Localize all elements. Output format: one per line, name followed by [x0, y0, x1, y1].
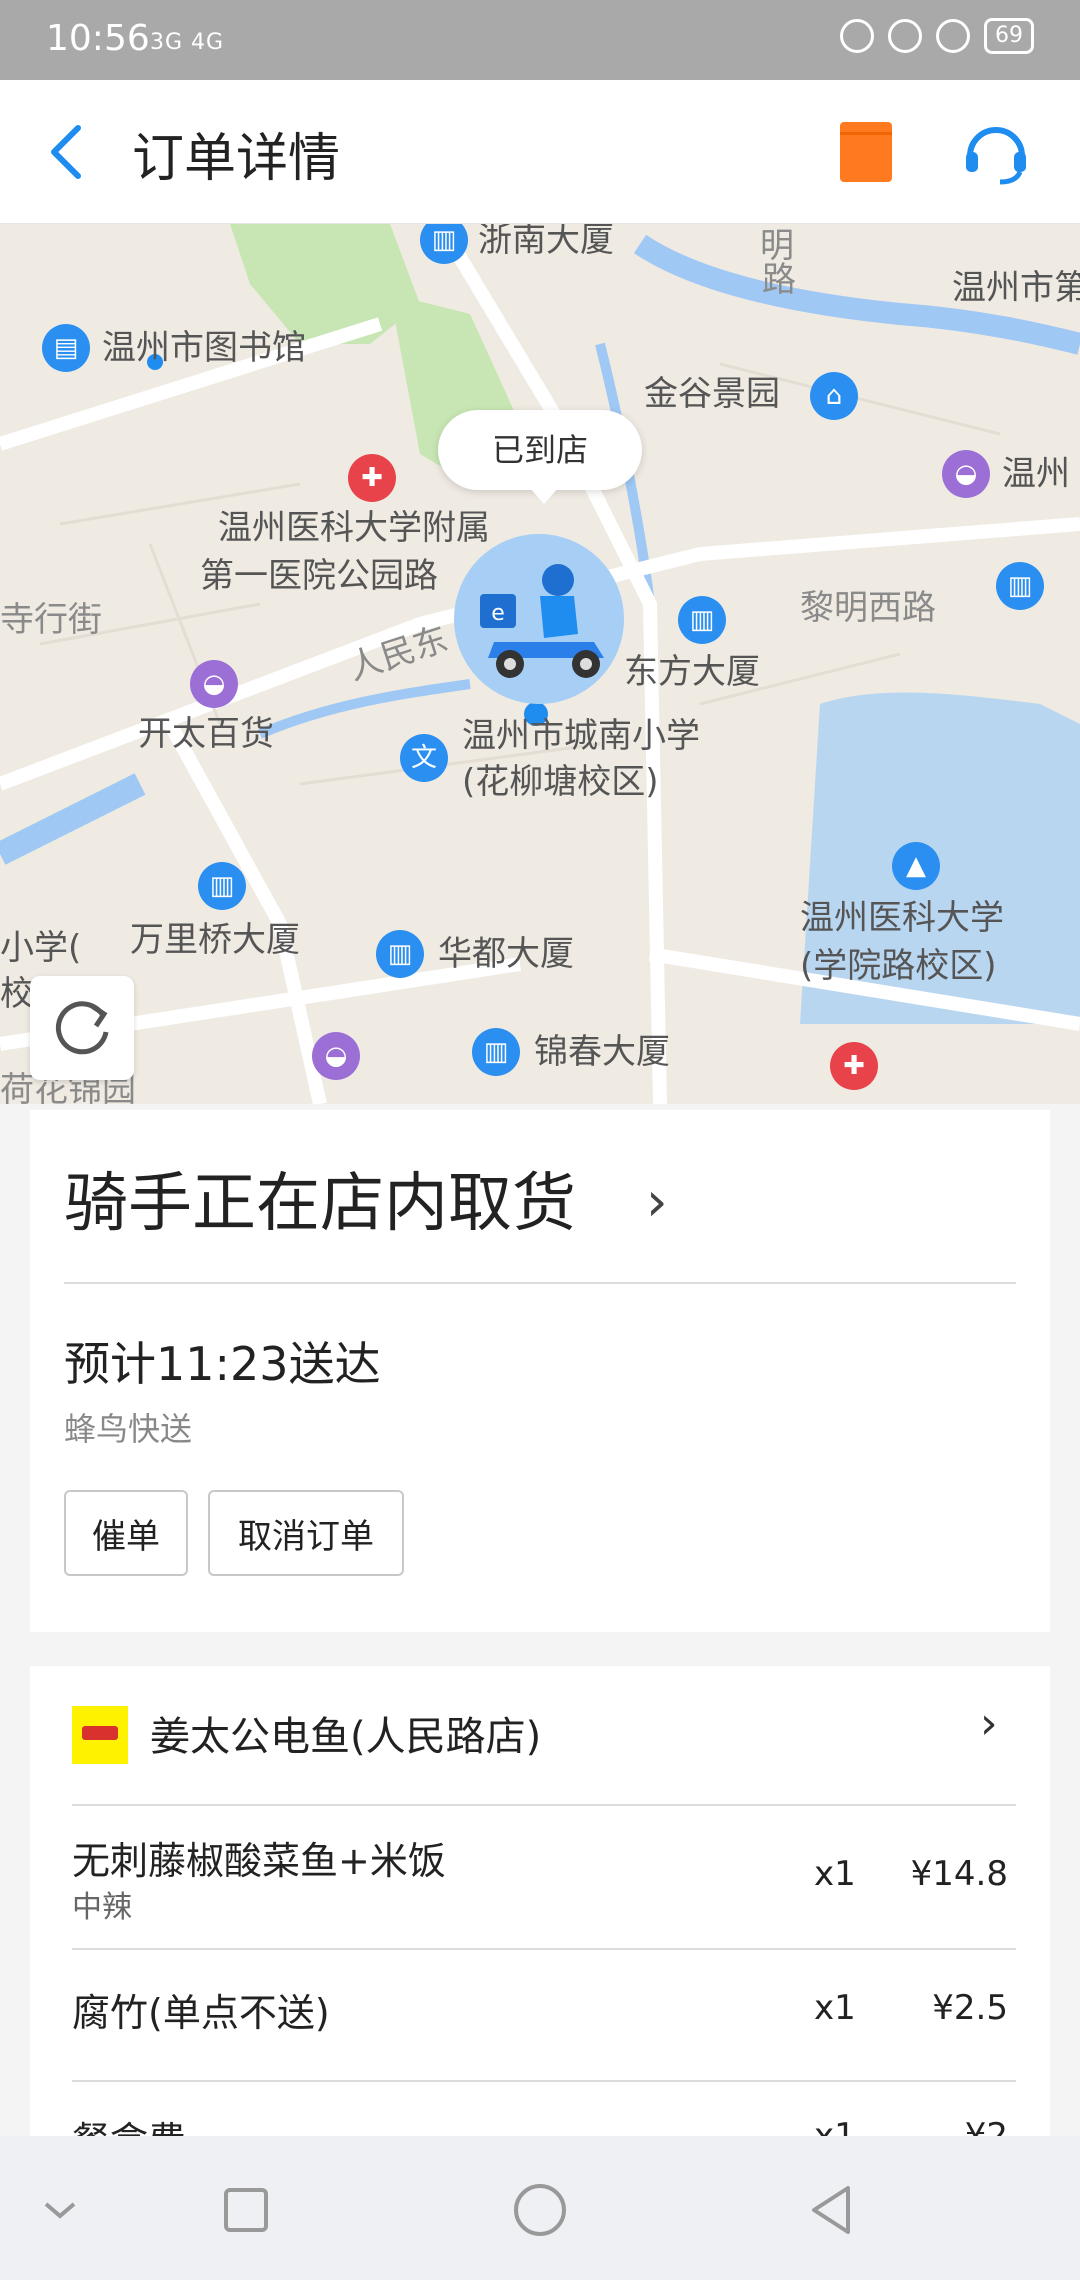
- building-icon: ⌂: [810, 372, 858, 420]
- refresh-icon: [55, 1001, 109, 1055]
- map-label: 开太百货: [138, 714, 274, 754]
- map-label: 黎明西路: [800, 588, 936, 628]
- rider-marker[interactable]: e: [454, 534, 624, 704]
- map-label: 温州医科大学附属: [218, 508, 490, 548]
- status-icons: 69: [840, 18, 1034, 54]
- shopping-icon: ◒: [942, 450, 990, 498]
- map-label: 浙南大厦: [478, 224, 614, 260]
- square-icon: [224, 2188, 268, 2232]
- chevron-down-icon: [44, 2202, 76, 2219]
- chevron-right-icon[interactable]: ›: [646, 1170, 668, 1233]
- status-time: 10:56: [46, 18, 150, 59]
- customer-service-button[interactable]: [960, 116, 1032, 188]
- item-quantity: x1: [814, 1854, 856, 1894]
- building-icon: ▥: [472, 1028, 520, 1076]
- status-bar: 10:56 3G 4G 69: [0, 0, 1080, 80]
- nav-hide-button[interactable]: [30, 2180, 90, 2240]
- map-label: 温州市城南小学: [462, 716, 700, 756]
- map-label: (学院路校区): [800, 946, 997, 986]
- network-indicator: 3G 4G: [150, 30, 225, 55]
- circle-icon: [514, 2184, 566, 2236]
- map-label: 华都大厦: [438, 934, 574, 974]
- gift-box-icon[interactable]: [840, 122, 892, 182]
- nav-back-button[interactable]: [804, 2180, 864, 2240]
- security-icon: [840, 19, 874, 53]
- hospital-icon: ✚: [830, 1042, 878, 1090]
- rider-scooter-icon: e: [454, 534, 624, 704]
- item-name: 腐竹(单点不送): [72, 1991, 330, 2035]
- map-label: 路: [762, 260, 796, 300]
- alarm-icon: [936, 19, 970, 53]
- system-nav-bar: [0, 2136, 1080, 2280]
- shop-logo: [72, 1706, 128, 1764]
- map-label: 第一医院公园路: [200, 556, 438, 596]
- delivery-map[interactable]: ▥ 浙南大厦 明 路 ▤ 温州市图书馆 温州市第 金谷景园 ⌂ ◒ 温州 ✚ 温…: [0, 224, 1080, 1104]
- svg-text:e: e: [491, 601, 505, 626]
- divider: [72, 1804, 1016, 1806]
- map-label: 锦春大厦: [534, 1032, 670, 1072]
- item-price: ¥14.8: [910, 1854, 1008, 1894]
- app-header: 订单详情: [0, 80, 1080, 224]
- map-label: 校: [0, 974, 34, 1014]
- map-label: 万里桥大厦: [130, 920, 300, 960]
- school-icon: 文: [400, 734, 448, 782]
- refresh-button[interactable]: [30, 976, 134, 1080]
- carrier-name: 蜂鸟快送: [64, 1410, 193, 1448]
- building-icon: ▥: [376, 930, 424, 978]
- item-spec: 中辣: [72, 1890, 132, 1925]
- lock-icon: [888, 19, 922, 53]
- item-price: ¥2.5: [932, 1988, 1008, 2028]
- map-label: 寺行街: [0, 600, 102, 640]
- triangle-back-icon: [812, 2186, 850, 2234]
- shop-name[interactable]: 姜太公电鱼(人民路店): [150, 1704, 541, 1762]
- building-icon: ▥: [678, 596, 726, 644]
- back-arrow-icon: [51, 125, 81, 179]
- library-icon: ▤: [42, 324, 90, 372]
- map-label: 温州医科大学: [800, 898, 1004, 938]
- urge-order-button[interactable]: 催单: [64, 1490, 188, 1576]
- cancel-order-button[interactable]: 取消订单: [208, 1490, 404, 1576]
- map-label: (花柳塘校区): [462, 762, 659, 802]
- delivery-status-card: 骑手正在店内取货 › 预计11:23送达 蜂鸟快送 催单 取消订单: [30, 1110, 1050, 1632]
- estimated-arrival: 预计11:23送达: [64, 1337, 381, 1391]
- map-label: 金谷景园: [644, 374, 780, 414]
- divider: [64, 1282, 1016, 1284]
- item-name: 无刺藤椒酸菜鱼+米饭: [72, 1839, 446, 1883]
- building-icon: ▥: [198, 862, 246, 910]
- shopping-icon: ◒: [190, 660, 238, 708]
- back-button[interactable]: [40, 118, 100, 186]
- nav-recents-button[interactable]: [216, 2180, 276, 2240]
- order-items-card: 姜太公电鱼(人民路店) › 无刺藤椒酸菜鱼+米饭 中辣 x1 ¥14.8 腐竹(…: [30, 1666, 1050, 2146]
- divider: [72, 2080, 1016, 2082]
- map-label: 温州市图书馆: [102, 328, 306, 368]
- building-icon: ▥: [996, 562, 1044, 610]
- university-icon: ▲: [892, 842, 940, 890]
- hospital-icon: ✚: [348, 454, 396, 502]
- chevron-right-icon[interactable]: ›: [980, 1698, 998, 1749]
- nav-home-button[interactable]: [510, 2180, 570, 2240]
- item-quantity: x1: [814, 1988, 856, 2028]
- store-status-bubble: 已到店: [438, 410, 642, 504]
- shopping-icon: ◒: [312, 1032, 360, 1080]
- map-label: 温州: [1002, 454, 1070, 494]
- map-label: 小学(: [0, 928, 82, 968]
- page-title: 订单详情: [132, 129, 341, 189]
- divider: [72, 1948, 1016, 1950]
- map-label: 温州市第: [952, 268, 1080, 308]
- delivery-status-title[interactable]: 骑手正在店内取货: [64, 1152, 576, 1244]
- headset-icon: [966, 127, 1026, 185]
- map-label: 东方大厦: [624, 652, 760, 692]
- battery-indicator: 69: [984, 18, 1034, 54]
